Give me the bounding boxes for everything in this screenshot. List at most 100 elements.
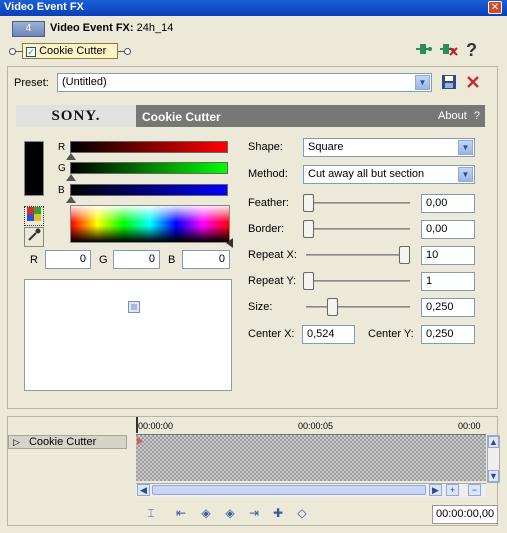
track-row-cookie-cutter[interactable]: ▷ Cookie Cutter [8, 435, 127, 449]
size-slider[interactable] [306, 306, 410, 308]
about-link[interactable]: About ? [438, 110, 480, 122]
shape-label-text: Shape: [248, 141, 283, 153]
prev-keyframe-icon[interactable]: ◈ [198, 505, 214, 521]
method-value: Cut away all but section [308, 168, 425, 180]
delete-preset-icon[interactable] [465, 74, 481, 93]
keyframe-track-area[interactable] [136, 435, 486, 481]
plugin-enabled-checkbox[interactable]: ✓ [26, 47, 36, 57]
repeat-x-label: Repeat X: [248, 249, 297, 261]
scroll-thumb[interactable] [152, 485, 426, 495]
border-label: Border: [248, 223, 285, 235]
sync-cursor-icon[interactable]: ⌶ [143, 505, 159, 521]
feather-input[interactable]: 0,00 [421, 194, 475, 213]
repeat-y-input[interactable]: 1 [421, 272, 475, 291]
delete-keyframe-icon[interactable]: ◇ [294, 505, 310, 521]
color-mode-icon[interactable] [24, 206, 44, 226]
first-keyframe-icon[interactable]: ⇤ [173, 505, 189, 521]
scroll-right-icon[interactable]: ▶ [429, 484, 442, 496]
blue-slider-thumb[interactable] [66, 196, 76, 203]
repeat-y-slider[interactable] [306, 280, 410, 282]
zoom-in-icon[interactable]: + [446, 484, 459, 496]
chevron-down-icon[interactable]: ▼ [458, 140, 473, 155]
window-title: Video Event FX [4, 1, 84, 13]
red-slider[interactable] [70, 141, 228, 153]
b-input-label: B [168, 254, 176, 266]
ruler-label-start: 00:00:00 [138, 421, 174, 431]
plugin-chip-label: Cookie Cutter [39, 45, 107, 57]
size-input[interactable]: 0,250 [421, 298, 475, 317]
window-title-bar: Video Event FX [0, 0, 507, 16]
shape-dropdown[interactable]: Square ▼ [303, 138, 475, 157]
zoom-out-icon[interactable]: − [468, 484, 481, 496]
repeat-y-slider-thumb[interactable] [303, 272, 314, 290]
fx-title: Video Event FX: 24h_14 [50, 22, 173, 34]
blue-slider[interactable] [70, 184, 228, 196]
chevron-down-icon[interactable]: ▼ [415, 75, 430, 90]
preset-value: (Untitled) [62, 76, 107, 88]
last-keyframe-icon[interactable]: ⇥ [246, 505, 262, 521]
ruler-label-mid: 00:00:05 [298, 421, 334, 431]
repeat-y-label: Repeat Y: [248, 275, 297, 287]
green-slider[interactable] [70, 162, 228, 174]
plugin-chain-icon[interactable] [416, 42, 432, 60]
r-input-label: R [30, 254, 38, 266]
feather-label: Feather: [248, 197, 289, 209]
size-slider-thumb[interactable] [327, 298, 338, 316]
fx-title-label: Video Event FX: [50, 22, 134, 34]
center-y-label: Center Y: [368, 328, 414, 340]
color-swatch [24, 141, 44, 196]
r-input[interactable]: 0 [45, 250, 91, 269]
chevron-down-icon[interactable]: ▼ [458, 167, 473, 182]
remove-plugin-icon[interactable] [440, 42, 458, 60]
repeat-x-slider-thumb[interactable] [399, 246, 410, 264]
center-x-label: Center X: [248, 328, 295, 340]
feather-slider-thumb[interactable] [303, 194, 314, 212]
sony-logo: SONY. [16, 105, 136, 127]
help-icon[interactable]: ? [466, 40, 477, 61]
border-slider-thumb[interactable] [303, 220, 314, 238]
preview-list-icon [128, 301, 140, 316]
banner-plugin-name: Cookie Cutter [142, 110, 221, 124]
scroll-down-icon[interactable]: ▼ [488, 470, 499, 482]
horizontal-scrollbar[interactable]: ◀ ▶ + − [136, 483, 486, 497]
center-x-input[interactable]: 0,524 [302, 325, 355, 344]
event-name: 24h_14 [136, 22, 174, 34]
repeat-x-input[interactable]: 10 [421, 246, 475, 265]
about-label: About [438, 110, 467, 122]
border-slider[interactable] [306, 228, 410, 230]
playhead[interactable] [136, 417, 138, 433]
next-keyframe-icon[interactable]: ◈ [222, 505, 238, 521]
plugin-chip-cookie-cutter[interactable]: ✓ Cookie Cutter [22, 43, 118, 59]
size-label: Size: [248, 301, 273, 313]
vertical-scrollbar[interactable]: ▲ ▼ [487, 435, 500, 483]
chain-end-node [124, 48, 131, 55]
add-keyframe-icon[interactable]: ✚ [270, 505, 286, 521]
method-dropdown[interactable]: Cut away all but section ▼ [303, 165, 475, 184]
preset-dropdown[interactable]: (Untitled) ▼ [57, 73, 432, 92]
expand-arrow-icon[interactable]: ▷ [13, 437, 20, 447]
track-label: Cookie Cutter [28, 436, 97, 448]
border-input[interactable]: 0,00 [421, 220, 475, 239]
chain-start-node [9, 48, 16, 55]
green-slider-thumb[interactable] [66, 174, 76, 181]
color-spectrum[interactable] [70, 205, 230, 243]
r-slider-label: R [58, 142, 66, 153]
shape-label: Shape: [248, 141, 283, 153]
feather-slider[interactable] [306, 202, 410, 204]
g-input[interactable]: 0 [113, 250, 160, 269]
track-number-badge: 4 [12, 21, 45, 37]
scroll-up-icon[interactable]: ▲ [488, 436, 499, 448]
eyedropper-icon[interactable] [24, 227, 44, 247]
repeat-x-slider[interactable] [306, 254, 410, 256]
scroll-left-icon[interactable]: ◀ [137, 484, 150, 496]
center-y-input[interactable]: 0,250 [421, 325, 475, 344]
preview-area [24, 279, 232, 391]
close-icon[interactable]: ✕ [488, 1, 502, 14]
b-input[interactable]: 0 [182, 250, 230, 269]
banner-help-icon[interactable]: ? [474, 110, 480, 122]
spectrum-marker [226, 238, 233, 248]
save-preset-icon[interactable] [441, 74, 457, 93]
keyframe-marker[interactable] [137, 437, 143, 445]
g-slider-label: G [58, 163, 66, 174]
red-slider-thumb[interactable] [66, 153, 76, 160]
